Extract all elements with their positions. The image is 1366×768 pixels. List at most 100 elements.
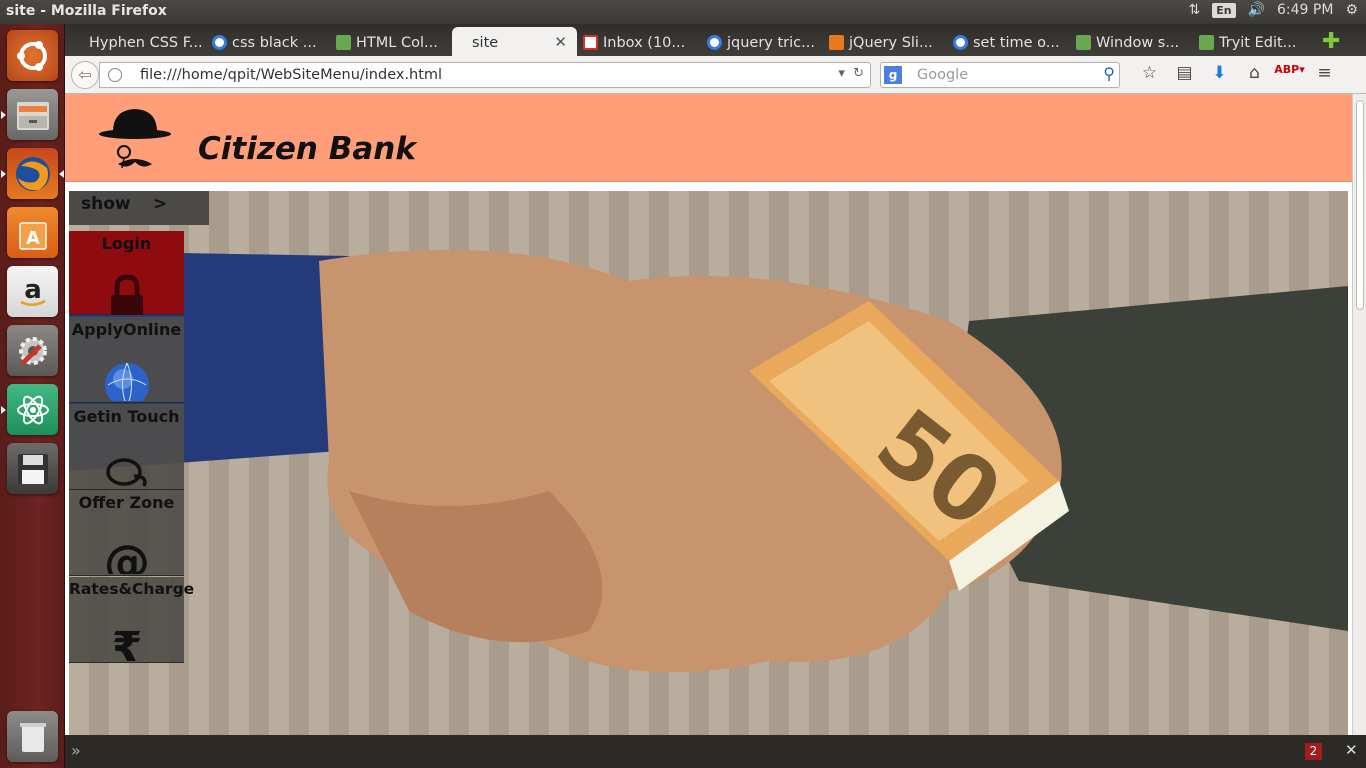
menu-label: Getin Touch — [73, 407, 180, 426]
search-placeholder: Google — [917, 67, 969, 83]
close-icon[interactable]: ✕ — [1345, 741, 1358, 759]
atom-editor-icon[interactable] — [1, 384, 58, 435]
gmail-icon — [583, 35, 598, 50]
new-tab-plus-icon[interactable]: ✚ — [1322, 29, 1340, 54]
star-icon — [829, 35, 844, 50]
site-brand-title: Citizen Bank — [198, 131, 416, 167]
globe-icon — [105, 362, 149, 401]
handshake-hero-image: 50 — [69, 191, 1348, 735]
unity-launcher: A a — [0, 24, 65, 768]
gentleman-logo-icon — [99, 109, 171, 169]
tab-label: jquery tric... — [727, 35, 815, 51]
tab-label: Window s... — [1096, 35, 1180, 51]
site-header: Citizen Bank — [65, 94, 1352, 182]
system-tray: ⇅ En 🔊 6:49 PM ⚙ — [1188, 2, 1358, 18]
tab[interactable]: Tryit Edit... — [1195, 27, 1315, 56]
tab[interactable]: HTML Col... — [332, 27, 450, 56]
svg-text:A: A — [26, 228, 40, 249]
url-bar[interactable]: file:///home/qpit/WebSiteMenu/index.html… — [99, 62, 871, 88]
svg-text:₹: ₹ — [112, 623, 143, 661]
tab-label: css black ... — [232, 35, 317, 51]
lock-icon — [111, 274, 143, 315]
menu-item-getin-touch[interactable]: Getin Touch — [69, 404, 184, 490]
tab-label: site — [472, 35, 499, 51]
tab-label: Hyphen CSS F... — [89, 35, 203, 51]
tab-label: jQuery Sli... — [849, 35, 933, 51]
search-icon[interactable]: ⚲ — [1103, 64, 1115, 83]
menu-label: Offer Zone — [78, 493, 175, 512]
url-text: file:///home/qpit/WebSiteMenu/index.html — [140, 67, 443, 83]
show-arrow: > — [153, 194, 168, 214]
w3-icon — [1076, 35, 1091, 50]
menu-item-rates-charge[interactable]: Rates&Charge ₹ — [69, 577, 195, 663]
tab-label: HTML Col... — [356, 35, 438, 51]
tab-label: set time o... — [973, 35, 1060, 51]
reload-icon[interactable]: ▾ ↻ — [838, 66, 864, 81]
page-scrollbar[interactable] — [1352, 94, 1366, 735]
files-icon[interactable] — [1, 89, 58, 140]
clock[interactable]: 6:49 PM — [1277, 2, 1333, 18]
menu-label: Login — [101, 234, 152, 253]
tab[interactable]: Hyphen CSS F... — [65, 27, 205, 56]
google-search-engine-icon[interactable]: g — [884, 66, 902, 84]
addon-bar: » 2 ✕ — [65, 735, 1366, 768]
menu-label: ApplyOnline — [71, 320, 182, 339]
network-updown-icon[interactable]: ⇅ — [1188, 2, 1200, 18]
navigation-toolbar: ⇦ file:///home/qpit/WebSiteMenu/index.ht… — [65, 56, 1366, 94]
tab[interactable]: jQuery Sli... — [825, 27, 947, 56]
google-icon — [953, 35, 968, 50]
volume-icon[interactable]: 🔊 — [1248, 2, 1265, 18]
tab-label: Inbox (10... — [603, 35, 686, 51]
browser-tab-bar: Hyphen CSS F... css black ... HTML Col..… — [65, 24, 1366, 56]
web-page: Citizen Bank 50 show > Login ApplyOnline… — [65, 94, 1352, 735]
toolbar-icons: ☆ ▤ ⬇ ⌂ ABP▾ ≡ — [1132, 63, 1342, 83]
tab[interactable]: Window s... — [1072, 27, 1192, 56]
gear-icon[interactable]: ⚙ — [1345, 2, 1358, 18]
menu-item-apply-online[interactable]: ApplyOnline — [69, 317, 184, 403]
tab[interactable]: css black ... — [208, 27, 330, 56]
tab[interactable]: set time o... — [949, 27, 1069, 56]
double-chevron-icon[interactable]: » — [71, 741, 81, 760]
show-menu-toggle[interactable]: show > — [69, 191, 209, 225]
notification-badge[interactable]: 2 — [1305, 743, 1322, 760]
adblock-icon[interactable]: ABP▾ — [1272, 63, 1307, 83]
google-icon — [212, 35, 227, 50]
menu-hamburger-icon[interactable]: ≡ — [1307, 63, 1342, 83]
trash-icon[interactable] — [7, 711, 58, 762]
save-disk-icon[interactable] — [7, 443, 58, 494]
search-input[interactable]: g Google ⚲ — [880, 62, 1120, 88]
back-arrow-icon[interactable]: ⇦ — [71, 61, 99, 89]
keyboard-layout-indicator[interactable]: En — [1212, 2, 1236, 18]
at-sign-icon: @ — [104, 535, 150, 574]
menu-item-offer-zone[interactable]: Offer Zone @ — [69, 490, 184, 576]
svg-text:@: @ — [104, 535, 150, 574]
tab[interactable]: jquery tric... — [703, 27, 823, 56]
menu-item-login[interactable]: Login — [69, 231, 184, 315]
w3-icon — [336, 35, 351, 50]
document-icon — [69, 35, 84, 50]
w3-icon — [1199, 35, 1214, 50]
home-icon[interactable]: ⌂ — [1237, 63, 1272, 83]
tab[interactable]: Inbox (10... — [579, 27, 701, 56]
svg-text:a: a — [24, 275, 42, 305]
window-title: site - Mozilla Firefox — [6, 3, 167, 19]
google-icon — [707, 35, 722, 50]
globe-icon — [108, 68, 122, 82]
system-top-panel: site - Mozilla Firefox ⇅ En 🔊 6:49 PM ⚙ — [0, 0, 1366, 24]
bookmark-star-icon[interactable]: ☆ — [1132, 63, 1167, 83]
downloads-icon[interactable]: ⬇ — [1202, 63, 1237, 83]
tab-label: Tryit Edit... — [1219, 35, 1297, 51]
reading-list-icon[interactable]: ▤ — [1167, 63, 1202, 83]
rupee-icon: ₹ — [112, 623, 143, 661]
scrollbar-thumb[interactable] — [1356, 100, 1364, 310]
amazon-icon[interactable]: a — [7, 266, 58, 317]
chat-bubbles-icon — [106, 458, 147, 487]
ubuntu-dash-icon[interactable] — [7, 30, 58, 81]
firefox-icon[interactable] — [1, 148, 64, 199]
close-tab-icon[interactable]: ✕ — [554, 33, 567, 51]
tab-active[interactable]: site ✕ — [452, 27, 577, 56]
menu-label: Rates&Charge — [69, 580, 195, 598]
system-settings-icon[interactable] — [7, 325, 58, 376]
software-center-icon[interactable]: A — [7, 207, 58, 258]
show-label: show — [81, 194, 131, 214]
